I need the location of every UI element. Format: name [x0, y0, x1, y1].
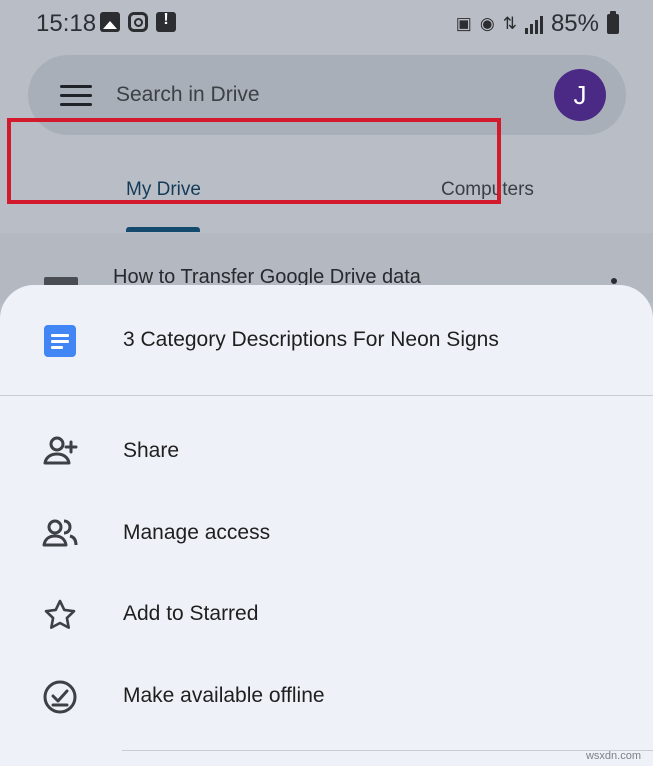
- add-starred-label: Add to Starred: [123, 602, 259, 625]
- offline-label: Make available offline: [123, 684, 325, 707]
- offline-check-icon: [43, 680, 77, 714]
- status-right-icons: ▣ ◉ ⇅ 85%: [456, 10, 619, 38]
- bottom-divider: [122, 750, 653, 751]
- search-bar[interactable]: Search in Drive J: [28, 55, 626, 135]
- people-icon: [42, 519, 78, 547]
- hamburger-menu-icon[interactable]: [60, 83, 92, 107]
- menu-item-share[interactable]: Share: [0, 412, 653, 492]
- battery-percent: 85%: [550, 10, 599, 37]
- status-bar: 15:18 ▣ ◉ ⇅ 85%: [0, 0, 653, 50]
- share-label: Share: [123, 439, 180, 462]
- drive-tabs: My Drive Computers: [0, 145, 653, 233]
- network-4g-icon: ⇅: [502, 14, 517, 33]
- docs-icon: [44, 325, 76, 357]
- hotspot-icon: ◉: [479, 14, 495, 33]
- tab-my-drive[interactable]: My Drive: [126, 179, 201, 201]
- menu-item-add-starred[interactable]: Add to Starred: [0, 575, 653, 655]
- status-left-icons: [100, 11, 176, 32]
- watermark: wsxdn.com: [585, 750, 641, 762]
- battery-icon: [607, 11, 619, 34]
- search-input[interactable]: Search in Drive: [116, 83, 260, 107]
- instagram-notification-icon: [128, 12, 148, 32]
- battery-saver-icon: ▣: [455, 14, 472, 33]
- status-time: 15:18: [36, 10, 97, 37]
- more-options-icon[interactable]: [611, 278, 617, 284]
- signal-strength-icon: [524, 14, 543, 34]
- tab-computers[interactable]: Computers: [441, 179, 534, 201]
- person-add-icon: [43, 436, 78, 465]
- avatar[interactable]: J: [554, 69, 606, 121]
- manage-access-label: Manage access: [123, 521, 271, 544]
- sheet-divider: [0, 395, 653, 396]
- menu-item-manage-access[interactable]: Manage access: [0, 494, 653, 574]
- gallery-notification-icon: [100, 12, 120, 32]
- sheet-header: 3 Category Descriptions For Neon Signs: [0, 285, 653, 395]
- alert-notification-icon: [156, 11, 176, 32]
- star-icon: [44, 599, 76, 629]
- menu-item-make-offline[interactable]: Make available offline: [0, 657, 653, 737]
- file-title: 3 Category Descriptions For Neon Signs: [123, 328, 499, 351]
- active-tab-indicator: [126, 227, 200, 232]
- bottom-sheet: 3 Category Descriptions For Neon Signs S…: [0, 285, 653, 766]
